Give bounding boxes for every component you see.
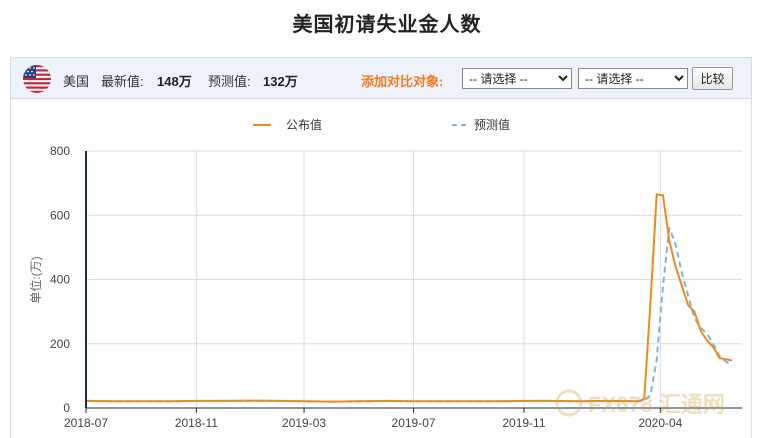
series xyxy=(85,193,733,403)
x-tick-label: 2018-07 xyxy=(64,416,108,430)
chart-svg: 公布值 预测值 单位:(万) 0 200 400 600 800 2018-07 2018… xyxy=(28,117,742,430)
watermark-logo-icon xyxy=(555,389,583,417)
y-tick-label: 600 xyxy=(50,208,70,222)
x-tick-label: 2019-03 xyxy=(282,416,326,430)
watermark: FX678 汇通网 xyxy=(555,389,725,417)
y-tick-label: 0 xyxy=(63,401,70,415)
x-tick-label: 2018-11 xyxy=(175,416,218,430)
x-tick-label: 2020-04 xyxy=(638,416,682,430)
legend-published-label: 公布值 xyxy=(286,117,322,132)
x-tick-label: 2019-11 xyxy=(502,416,545,430)
watermark-text: FX678 汇通网 xyxy=(588,392,725,417)
y-tick-label: 800 xyxy=(50,144,70,158)
legend: 公布值 预测值 xyxy=(253,117,510,132)
series-line-forecast xyxy=(85,227,733,403)
y-axis-label: 单位:(万) xyxy=(28,256,43,303)
series-line-published xyxy=(85,193,733,403)
legend-forecast-label: 预测值 xyxy=(474,117,510,132)
grid xyxy=(85,150,742,409)
y-tick-label: 400 xyxy=(50,273,70,287)
y-ticks: 0 200 400 600 800 xyxy=(50,144,70,415)
x-tick-label: 2019-07 xyxy=(392,416,436,430)
y-tick-label: 200 xyxy=(50,337,70,351)
